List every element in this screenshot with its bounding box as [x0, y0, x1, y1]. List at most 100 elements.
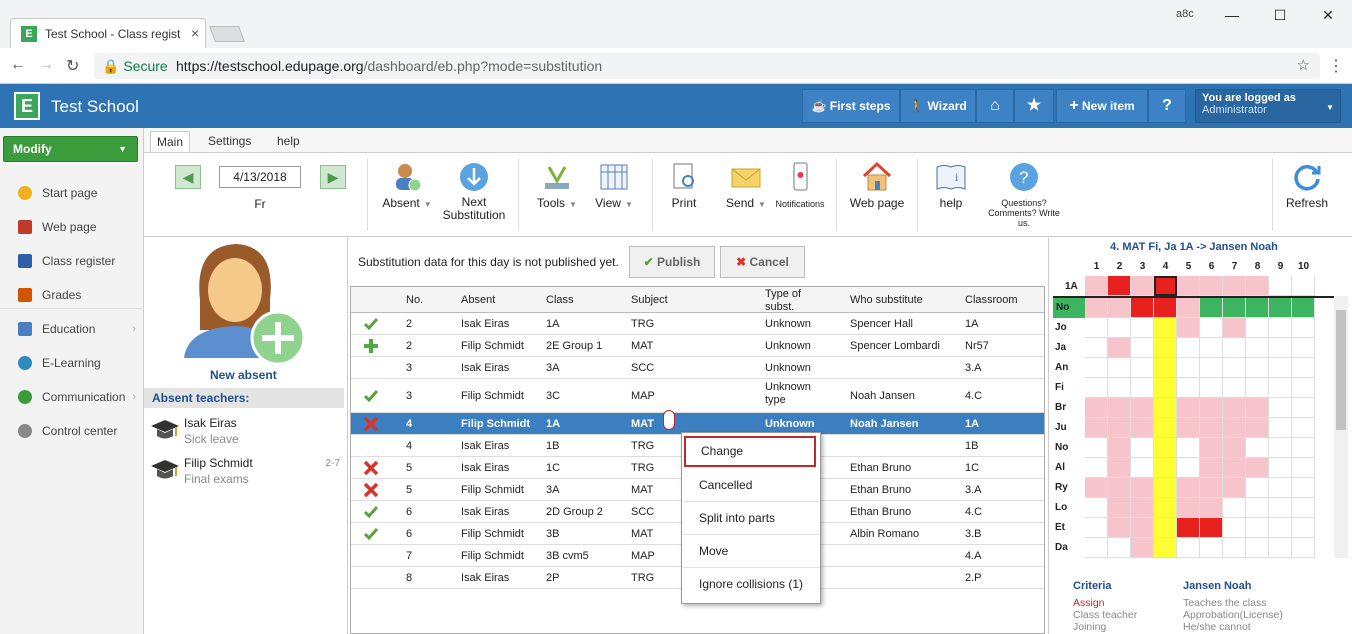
timetable-cell[interactable]: [1131, 518, 1154, 538]
new-absent-avatar-icon[interactable]: [180, 240, 308, 366]
teacher-row-label[interactable]: Al: [1055, 462, 1065, 473]
favorites-button[interactable]: ★: [1014, 89, 1054, 123]
timetable-cell[interactable]: [1085, 398, 1108, 418]
timetable-cell[interactable]: [1292, 298, 1315, 318]
timetable-cell[interactable]: [1108, 418, 1131, 438]
timetable-cell[interactable]: [1200, 518, 1223, 538]
teacher-row-label[interactable]: Et: [1055, 522, 1065, 533]
sidebar-item-e-learning[interactable]: E-Learning: [0, 350, 144, 376]
sidebar-item-education[interactable]: Education ›: [0, 316, 144, 342]
timetable-cell[interactable]: [1223, 498, 1246, 518]
school-name[interactable]: Test School: [51, 97, 139, 117]
timetable-cell[interactable]: [1269, 338, 1292, 358]
timetable-cell[interactable]: [1108, 498, 1131, 518]
scroll-thumb[interactable]: [1336, 310, 1346, 430]
timetable-cell[interactable]: [1269, 298, 1292, 318]
col-header[interactable]: Classroom: [965, 294, 1018, 307]
timetable-cell[interactable]: [1085, 338, 1108, 358]
sidebar-item-class-register[interactable]: Class register: [0, 248, 144, 274]
menu-item-cancelled[interactable]: Cancelled: [682, 469, 820, 502]
timetable-cell[interactable]: [1246, 358, 1269, 378]
timetable-cell[interactable]: [1223, 418, 1246, 438]
timetable-cell[interactable]: [1085, 538, 1108, 558]
timetable-cell[interactable]: [1108, 398, 1131, 418]
tab-main[interactable]: Main: [150, 131, 191, 152]
timetable-cell[interactable]: [1177, 358, 1200, 378]
timetable-cell[interactable]: [1269, 498, 1292, 518]
web-page-button[interactable]: Web page: [844, 161, 910, 210]
teacher-row-label[interactable]: Ry: [1055, 482, 1068, 493]
send-button[interactable]: Send ▼: [716, 161, 776, 210]
timetable-cell[interactable]: [1108, 538, 1131, 558]
timetable-cell[interactable]: [1108, 358, 1131, 378]
timetable-scrollbar[interactable]: [1334, 296, 1348, 558]
timetable-cell[interactable]: [1223, 538, 1246, 558]
timetable-cell[interactable]: [1131, 358, 1154, 378]
timetable-cell[interactable]: [1292, 358, 1315, 378]
timetable-cell[interactable]: [1154, 358, 1177, 378]
timetable-cell[interactable]: [1292, 398, 1315, 418]
tools-button[interactable]: Tools ▼: [528, 161, 586, 210]
timetable-cell[interactable]: [1154, 298, 1177, 318]
timetable-cell[interactable]: [1154, 398, 1177, 418]
timetable-cell[interactable]: [1131, 498, 1154, 518]
timetable-cell[interactable]: [1200, 298, 1223, 318]
browser-menu-icon[interactable]: ⋮: [1328, 56, 1344, 76]
timetable-cell[interactable]: [1200, 498, 1223, 518]
timetable-cell[interactable]: [1131, 438, 1154, 458]
timetable-cell[interactable]: [1154, 458, 1177, 478]
minimize-button[interactable]: —: [1208, 0, 1256, 30]
timetable-cell[interactable]: [1131, 338, 1154, 358]
timetable-cell[interactable]: [1292, 438, 1315, 458]
timetable-cell[interactable]: [1292, 518, 1315, 538]
timetable-cell[interactable]: [1108, 518, 1131, 538]
timetable-cell[interactable]: [1108, 298, 1131, 318]
timetable-cell[interactable]: [1269, 378, 1292, 398]
table-row[interactable]: 2 Filip Schmidt 2E Group 1 MAT Unknown Spence…: [351, 335, 1044, 357]
timetable-cell[interactable]: [1246, 458, 1269, 478]
timetable-cell[interactable]: [1223, 378, 1246, 398]
timetable-cell[interactable]: [1085, 438, 1108, 458]
timetable-cell[interactable]: [1177, 418, 1200, 438]
tab-help[interactable]: help: [271, 131, 306, 152]
timetable-cell[interactable]: [1246, 418, 1269, 438]
timetable-cell[interactable]: [1269, 538, 1292, 558]
timetable-cell[interactable]: [1108, 338, 1131, 358]
absent-button[interactable]: Absent ▼: [378, 161, 436, 210]
timetable-cell[interactable]: [1200, 358, 1223, 378]
timetable-cell[interactable]: [1223, 518, 1246, 538]
timetable-cell[interactable]: [1200, 318, 1223, 338]
menu-item-split[interactable]: Split into parts: [682, 502, 820, 535]
tab-settings[interactable]: Settings: [202, 131, 257, 152]
maximize-button[interactable]: ☐: [1256, 0, 1304, 30]
sidebar-item-grades[interactable]: Grades: [0, 282, 144, 308]
timetable-cell[interactable]: [1292, 458, 1315, 478]
timetable-cell[interactable]: [1223, 478, 1246, 498]
teacher-row-label[interactable]: Fi: [1055, 382, 1064, 393]
timetable-cell[interactable]: [1246, 518, 1269, 538]
col-header[interactable]: No.: [406, 294, 423, 307]
help-ribbon-button[interactable]: i help: [926, 161, 976, 210]
back-arrow-icon[interactable]: ←: [10, 56, 26, 74]
timetable-cell[interactable]: [1131, 298, 1154, 318]
timetable-cell[interactable]: [1177, 538, 1200, 558]
teacher-row-label[interactable]: No: [1055, 442, 1068, 453]
timetable-cell[interactable]: [1246, 318, 1269, 338]
timetable-cell[interactable]: [1085, 378, 1108, 398]
timetable-cell[interactable]: [1200, 398, 1223, 418]
forward-arrow-icon[interactable]: →: [38, 56, 54, 74]
timetable-cell[interactable]: [1154, 478, 1177, 498]
timetable-cell[interactable]: [1269, 276, 1292, 296]
timetable-cell[interactable]: [1292, 378, 1315, 398]
home-button[interactable]: ⌂: [976, 89, 1014, 123]
timetable-cell[interactable]: [1131, 538, 1154, 558]
timetable-cell[interactable]: [1246, 398, 1269, 418]
timetable-cell[interactable]: [1154, 498, 1177, 518]
timetable-cell[interactable]: [1177, 438, 1200, 458]
timetable-cell[interactable]: [1269, 418, 1292, 438]
timetable-cell[interactable]: [1154, 418, 1177, 438]
wizard-button[interactable]: 🚶 Wizard: [900, 89, 976, 123]
timetable-cell[interactable]: [1292, 478, 1315, 498]
table-row[interactable]: 3 Filip Schmidt 3C MAP Unknown type Noah Jans…: [351, 379, 1044, 413]
refresh-button[interactable]: Refresh: [1282, 161, 1332, 210]
